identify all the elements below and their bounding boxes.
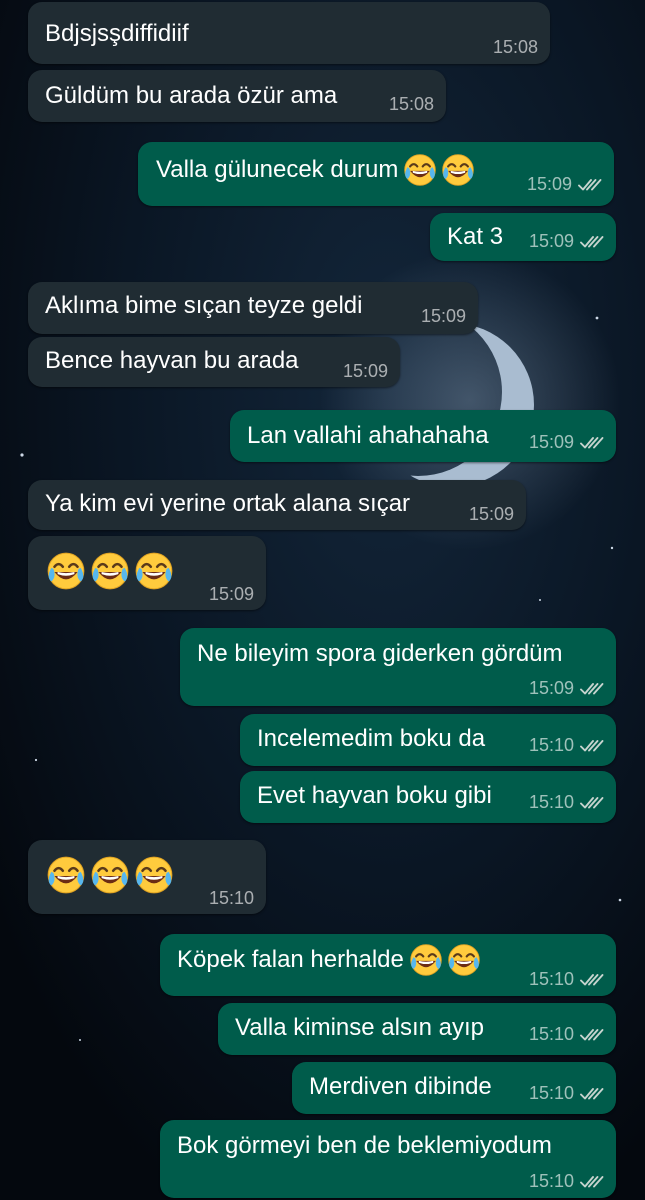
message-meta: 15:10 [529,792,604,813]
incoming-message-bubble[interactable]: Bdjsjsşdiffidiif 15:08 [28,2,550,64]
double-check-icon [580,739,604,753]
message-meta: 15:09 [529,678,604,699]
outgoing-message-bubble[interactable]: Valla kiminse alsın ayıp 15:10 [218,1003,616,1055]
face-with-tears-of-joy-icon [133,854,175,896]
emoji-group [45,550,175,592]
face-with-tears-of-joy-icon [440,152,476,188]
incoming-message-bubble[interactable]: 15:10 [28,840,266,914]
message-meta: 15:10 [529,1083,604,1104]
message-meta: 15:09 [527,174,602,195]
message-time: 15:09 [528,432,574,452]
message-meta: 15:09 [469,504,514,525]
message-time: 15:10 [528,1171,574,1191]
message-time: 15:10 [208,888,254,908]
double-check-icon [580,682,604,696]
message-meta: 15:08 [493,37,538,58]
message-time: 15:08 [492,37,538,57]
double-check-icon [580,1175,604,1189]
double-check-icon [580,796,604,810]
outgoing-message-bubble[interactable]: Evet hayvan boku gibi 15:10 [240,771,616,823]
incoming-message-bubble[interactable]: Bence hayvan bu arada 15:09 [28,337,400,387]
message-text: Ya kim evi yerine ortak alana sıçar [45,490,411,517]
message-time: 15:10 [528,735,574,755]
message-meta: 15:09 [529,231,604,252]
message-text: Evet hayvan boku gibi [257,782,492,809]
outgoing-message-bubble[interactable]: Bok görmeyi ben de beklemiyodum 15:10 [160,1120,616,1198]
double-check-icon [580,1028,604,1042]
message-text: Incelemedim boku da [257,725,486,752]
message-time: 15:09 [528,678,574,698]
message-time: 15:10 [528,969,574,989]
face-with-tears-of-joy-icon [133,550,175,592]
face-with-tears-of-joy-icon [89,550,131,592]
double-check-icon [578,178,602,192]
message-meta: 15:09 [421,306,466,327]
message-meta: 15:09 [343,361,388,382]
message-time: 15:09 [342,361,388,381]
message-time: 15:10 [528,1083,574,1103]
message-time: 15:08 [388,94,434,114]
message-time: 15:09 [208,584,254,604]
message-text: Merdiven dibinde [309,1073,492,1100]
face-with-tears-of-joy-icon [45,550,87,592]
face-with-tears-of-joy-icon [402,152,438,188]
incoming-message-bubble[interactable]: Güldüm bu arada özür ama 15:08 [28,70,446,122]
emoji-group [402,152,476,188]
outgoing-message-bubble[interactable]: Kat 3 15:09 [430,213,616,261]
message-text: Bence hayvan bu arada [45,347,299,374]
face-with-tears-of-joy-icon [45,854,87,896]
message-meta: 15:09 [529,432,604,453]
emoji-group [408,942,482,978]
message-text: Valla kiminse alsın ayıp [235,1014,484,1041]
double-check-icon [580,973,604,987]
outgoing-message-bubble[interactable]: Ne bileyim spora giderken gördüm 15:09 [180,628,616,706]
double-check-icon [580,436,604,450]
outgoing-message-bubble[interactable]: Incelemedim boku da 15:10 [240,714,616,766]
message-meta: 15:10 [209,888,254,909]
message-meta: 15:10 [529,1024,604,1045]
message-time: 15:09 [526,174,572,194]
message-meta: 15:09 [209,584,254,605]
message-text: Aklıma bime sıçan teyze geldi [45,292,363,319]
message-text: Bok görmeyi ben de beklemiyodum [177,1132,552,1159]
outgoing-message-bubble[interactable]: Valla gülunecek durum 15:09 [138,142,614,206]
outgoing-message-bubble[interactable]: Lan vallahi ahahahaha 15:09 [230,410,616,462]
message-time: 15:10 [528,792,574,812]
face-with-tears-of-joy-icon [446,942,482,978]
incoming-message-bubble[interactable]: 15:09 [28,536,266,610]
message-meta: 15:10 [529,735,604,756]
message-time: 15:10 [528,1024,574,1044]
incoming-message-bubble[interactable]: Aklıma bime sıçan teyze geldi 15:09 [28,282,478,334]
message-text: Ne bileyim spora giderken gördüm [197,640,563,667]
outgoing-message-bubble[interactable]: Köpek falan herhalde 15:10 [160,934,616,996]
message-text: Köpek falan herhalde [177,946,404,973]
incoming-message-bubble[interactable]: Ya kim evi yerine ortak alana sıçar 15:09 [28,480,526,530]
message-time: 15:09 [420,306,466,326]
message-meta: 15:08 [389,94,434,115]
message-text: Valla gülunecek durum [156,156,399,183]
message-meta: 15:10 [529,969,604,990]
face-with-tears-of-joy-icon [89,854,131,896]
double-check-icon [580,1087,604,1101]
message-time: 15:09 [528,231,574,251]
message-text: Bdjsjsşdiffidiif [45,20,189,47]
message-text: Güldüm bu arada özür ama [45,82,338,109]
message-meta: 15:10 [529,1171,604,1192]
outgoing-message-bubble[interactable]: Merdiven dibinde 15:10 [292,1062,616,1114]
face-with-tears-of-joy-icon [408,942,444,978]
emoji-group [45,854,175,896]
chat-conversation[interactable]: Bdjsjsşdiffidiif 15:08 Güldüm bu arada özü… [0,0,645,1200]
double-check-icon [580,235,604,249]
message-text: Lan vallahi ahahahaha [247,422,489,449]
message-time: 15:09 [468,504,514,524]
message-text: Kat 3 [447,223,504,250]
